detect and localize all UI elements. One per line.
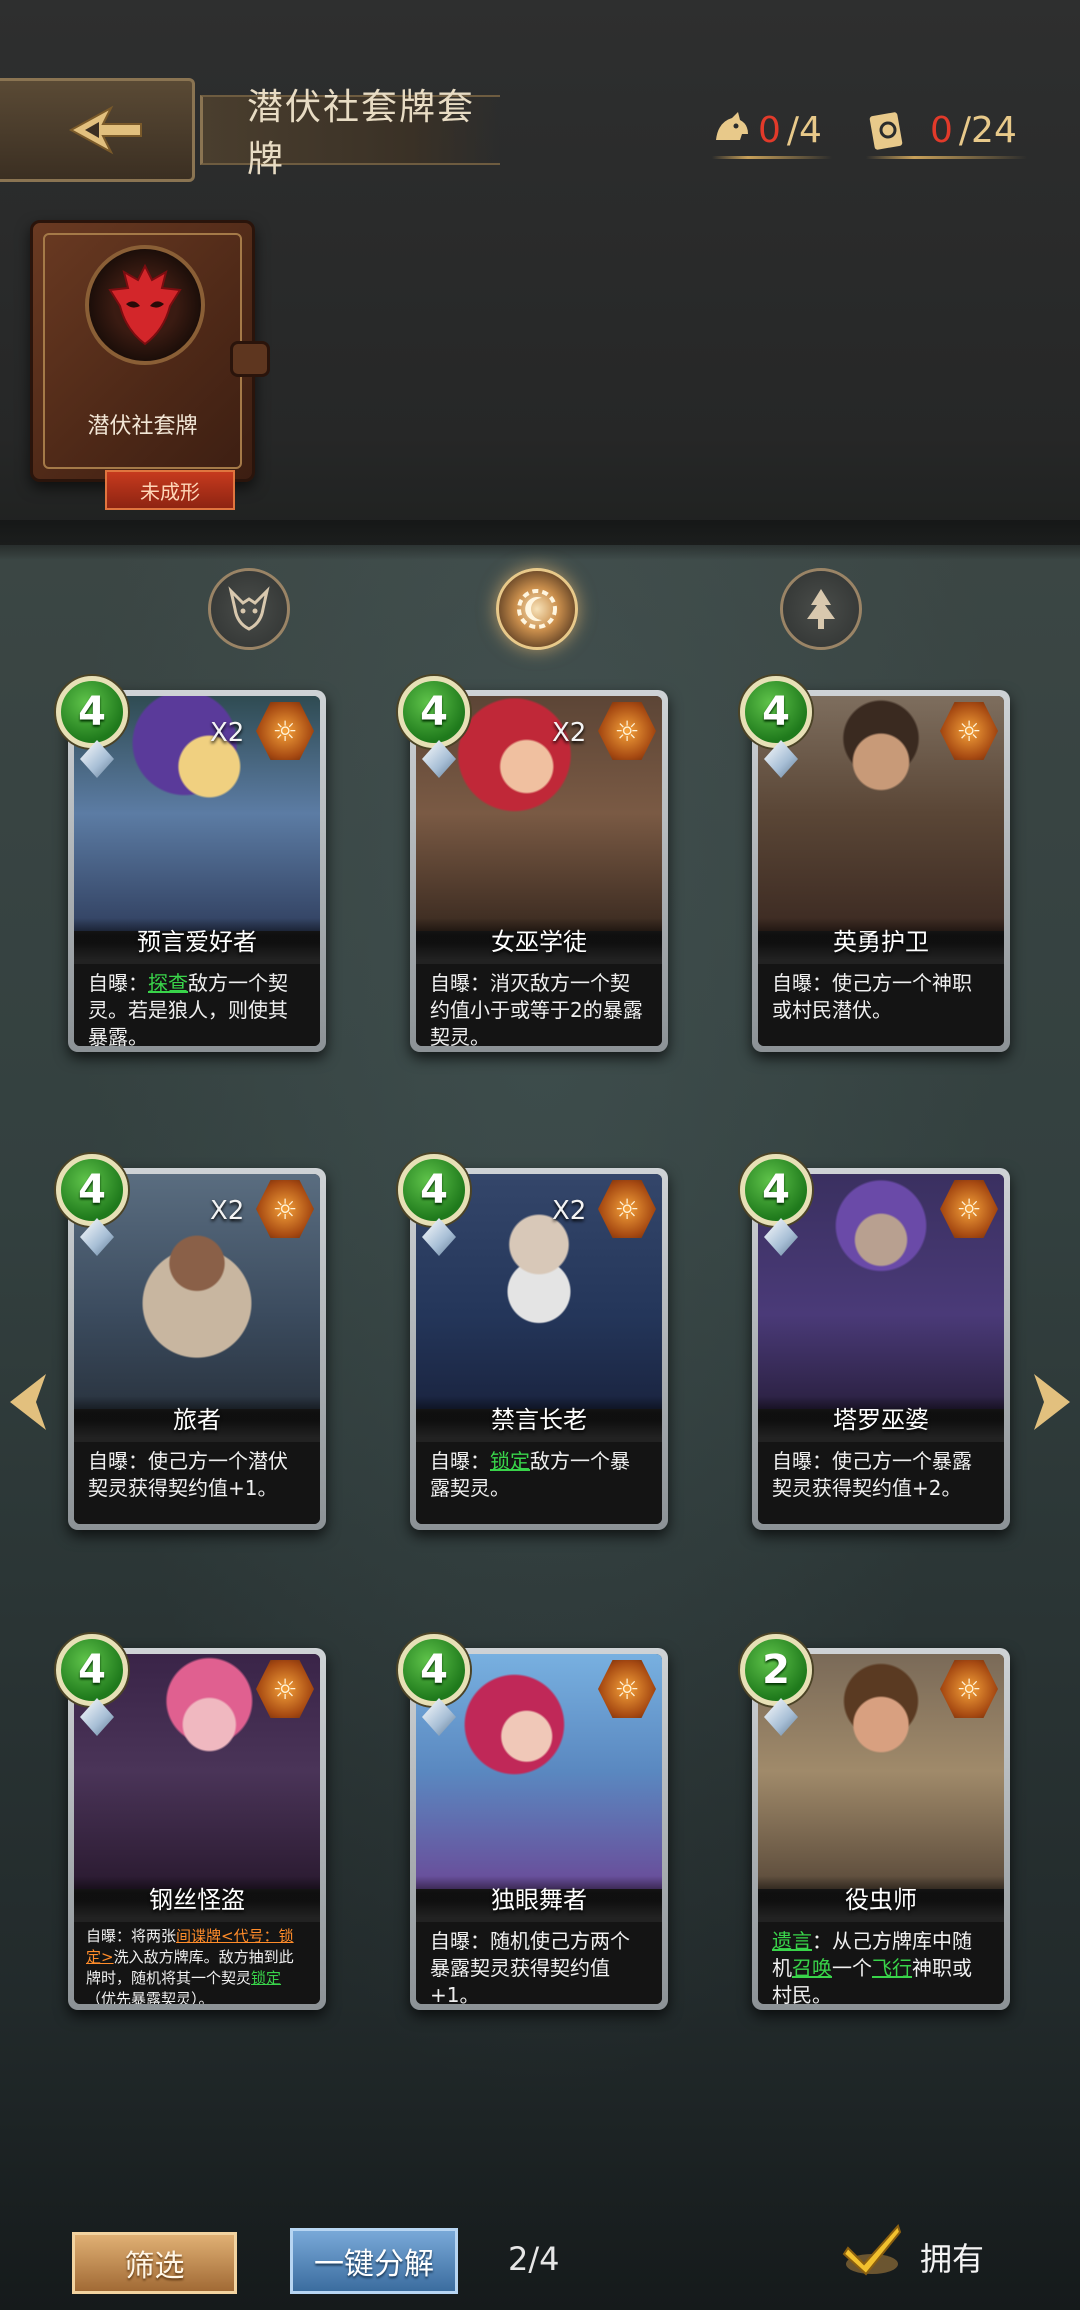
card-keyword: 召唤 xyxy=(792,1956,832,1980)
wolf-icon xyxy=(716,112,748,140)
card[interactable]: 4 ☼ 钢丝怪盗 自曝：将两张间谍牌<代号：锁定>洗入敌方牌库。敌方抽到此牌时，随机将… xyxy=(56,1634,326,2010)
card-description: 自曝：将两张间谍牌<代号：锁定>洗入敌方牌库。敌方抽到此牌时，随机将其一个契灵锁… xyxy=(74,1922,320,2004)
card-face: ☼ X2 禁言长老 自曝：锁定敌方一个暴露契灵。 xyxy=(416,1174,662,1524)
owned-checkbox[interactable] xyxy=(840,2218,904,2282)
card-keyword: 遗言 xyxy=(772,1929,812,1953)
card-cost: 4 xyxy=(398,1634,470,1706)
card-desc-text: 自曝： xyxy=(430,1449,490,1473)
card[interactable]: 4 ☼ 塔罗巫婆 自曝：使己方一个暴露契灵获得契约值+2。 xyxy=(740,1154,1010,1530)
card-icon xyxy=(869,112,903,150)
deck-status-badge: 未成形 xyxy=(105,470,235,510)
card-name: 塔罗巫婆 xyxy=(758,1396,1004,1438)
filter-wolf-button[interactable] xyxy=(208,568,290,650)
red-mask-icon xyxy=(85,245,205,365)
card-name: 独眼舞者 xyxy=(416,1876,662,1918)
card-keyword: 锁定 xyxy=(490,1449,530,1473)
wolf-counter: 0/4 xyxy=(712,105,832,159)
wolf-icon xyxy=(228,586,270,631)
card[interactable]: 4 ☼ X2 女巫学徒 自曝：消灭敌方一个契约值小于或等于2的暴露契灵。 xyxy=(398,676,668,1052)
deck-name: 潜伏社套牌 xyxy=(87,414,198,439)
card-face: ☼ 役虫师 遗言：从己方牌库中随机召唤一个飞行神职或村民。 xyxy=(758,1654,1004,2004)
card[interactable]: 4 ☼ X2 旅者 自曝：使己方一个潜伏契灵获得契约值+1。 xyxy=(56,1154,326,1530)
card-copy-count: X2 xyxy=(210,1196,245,1226)
card-cost: 4 xyxy=(398,1154,470,1226)
card-description: 自曝：使己方一个潜伏契灵获得契约值+1。 xyxy=(74,1442,320,1524)
card-face: ☼ 独眼舞者 自曝：随机使己方两个暴露契灵获得契约值+1。 xyxy=(416,1654,662,2004)
card-desc-text: 自曝：消灭敌方一个契约值小于或等于2的暴露契灵。 xyxy=(430,971,643,1046)
card[interactable]: 4 ☼ X2 预言爱好者 自曝：探查敌方一个契灵。若是狼人，则使其暴露。 xyxy=(56,676,326,1052)
page-title: 潜伏社套牌套牌 xyxy=(200,87,500,180)
card-description: 自曝：锁定敌方一个暴露契灵。 xyxy=(416,1442,662,1524)
sun-moon-icon xyxy=(517,589,557,629)
deck-clasp xyxy=(230,341,270,377)
card-copy-count: X2 xyxy=(552,718,587,748)
card-face: ☼ 钢丝怪盗 自曝：将两张间谍牌<代号：锁定>洗入敌方牌库。敌方抽到此牌时，随机将其… xyxy=(74,1654,320,2004)
card-face: ☼ X2 旅者 自曝：使己方一个潜伏契灵获得契约值+1。 xyxy=(74,1174,320,1524)
card-name: 女巫学徒 xyxy=(416,918,662,960)
card-desc-text: （优先暴露契灵）。 xyxy=(86,1990,214,2004)
card-keyword: 锁定 xyxy=(251,1969,282,1987)
card-copy-count: X2 xyxy=(552,1196,587,1226)
card-counter: 0 /24 xyxy=(866,105,1027,159)
card[interactable]: 4 ☼ 独眼舞者 自曝：随机使己方两个暴露契灵获得契约值+1。 xyxy=(398,1634,668,2010)
card-face: ☼ X2 预言爱好者 自曝：探查敌方一个契灵。若是狼人，则使其暴露。 xyxy=(74,696,320,1046)
card-description: 自曝：消灭敌方一个契约值小于或等于2的暴露契灵。 xyxy=(416,964,662,1046)
card-description: 自曝：探查敌方一个契灵。若是狼人，则使其暴露。 xyxy=(74,964,320,1046)
card-cost: 4 xyxy=(56,1154,128,1226)
card[interactable]: 4 ☼ X2 禁言长老 自曝：锁定敌方一个暴露契灵。 xyxy=(398,1154,668,1530)
card-cost: 2 xyxy=(740,1634,812,1706)
card-desc-text: 自曝：使己方一个暴露契灵获得契约值+2。 xyxy=(772,1449,972,1500)
card-description: 遗言：从己方牌库中随机召唤一个飞行神职或村民。 xyxy=(758,1922,1004,2004)
card-face: ☼ 塔罗巫婆 自曝：使己方一个暴露契灵获得契约值+2。 xyxy=(758,1174,1004,1524)
card-description: 自曝：使己方一个神职或村民潜伏。 xyxy=(758,964,1004,1046)
card-cost: 4 xyxy=(740,1154,812,1226)
filter-sun-moon-button[interactable] xyxy=(496,568,578,650)
filter-tree-button[interactable] xyxy=(780,568,862,650)
card-desc-text: 一个 xyxy=(832,1956,872,1980)
card-cost: 4 xyxy=(740,676,812,748)
card-copy-count: X2 xyxy=(210,718,245,748)
card-desc-text: 自曝：使己方一个潜伏契灵获得契约值+1。 xyxy=(88,1449,288,1500)
card-name: 禁言长老 xyxy=(416,1396,662,1438)
tree-icon xyxy=(807,589,835,629)
filter-button[interactable]: 筛选 xyxy=(72,2232,237,2294)
card-desc-text: 自曝： xyxy=(88,971,148,995)
card-cost: 4 xyxy=(56,676,128,748)
wolf-count-current: 0 xyxy=(758,109,781,151)
counter-underline xyxy=(712,156,832,159)
card-keyword: 飞行 xyxy=(872,1956,912,1980)
card-name: 预言爱好者 xyxy=(74,918,320,960)
card-face: ☼ 英勇护卫 自曝：使己方一个神职或村民潜伏。 xyxy=(758,696,1004,1046)
card-desc-text: 自曝：将两张 xyxy=(86,1927,177,1945)
card-description: 自曝：使己方一个暴露契灵获得契约值+2。 xyxy=(758,1442,1004,1524)
owned-label: 拥有 xyxy=(920,2240,985,2278)
deck-book[interactable]: 潜伏社套牌 xyxy=(30,220,270,482)
card-count-current: 0 xyxy=(930,109,953,151)
card-desc-text: 自曝：随机使己方两个暴露契灵获得契约值+1。 xyxy=(430,1929,630,2004)
card-count-max: /24 xyxy=(958,109,1017,151)
card-desc-text: 自曝：使己方一个神职或村民潜伏。 xyxy=(772,971,972,1022)
prev-page-arrow[interactable] xyxy=(6,1370,50,1434)
back-arrow-icon xyxy=(68,105,142,155)
card-name: 旅者 xyxy=(74,1396,320,1438)
card-keyword: 探查 xyxy=(148,971,188,995)
card-face: ☼ X2 女巫学徒 自曝：消灭敌方一个契约值小于或等于2的暴露契灵。 xyxy=(416,696,662,1046)
card[interactable]: 2 ☼ 役虫师 遗言：从己方牌库中随机召唤一个飞行神职或村民。 xyxy=(740,1634,1010,2010)
card-name: 英勇护卫 xyxy=(758,918,1004,960)
card-description: 自曝：随机使己方两个暴露契灵获得契约值+1。 xyxy=(416,1922,662,2004)
card-name: 役虫师 xyxy=(758,1876,1004,1918)
card-name: 钢丝怪盗 xyxy=(74,1876,320,1918)
torn-edge-divider xyxy=(0,520,1080,560)
counter-underline xyxy=(866,156,1027,159)
next-page-arrow[interactable] xyxy=(1030,1370,1074,1434)
card-cost: 4 xyxy=(398,676,470,748)
decompose-all-button[interactable]: 一键分解 xyxy=(290,2228,458,2294)
card[interactable]: 4 ☼ 英勇护卫 自曝：使己方一个神职或村民潜伏。 xyxy=(740,676,1010,1052)
card-cost: 4 xyxy=(56,1634,128,1706)
page-indicator: 2/4 xyxy=(508,2240,560,2278)
wolf-count-max: /4 xyxy=(786,109,822,151)
back-button[interactable] xyxy=(0,78,195,182)
